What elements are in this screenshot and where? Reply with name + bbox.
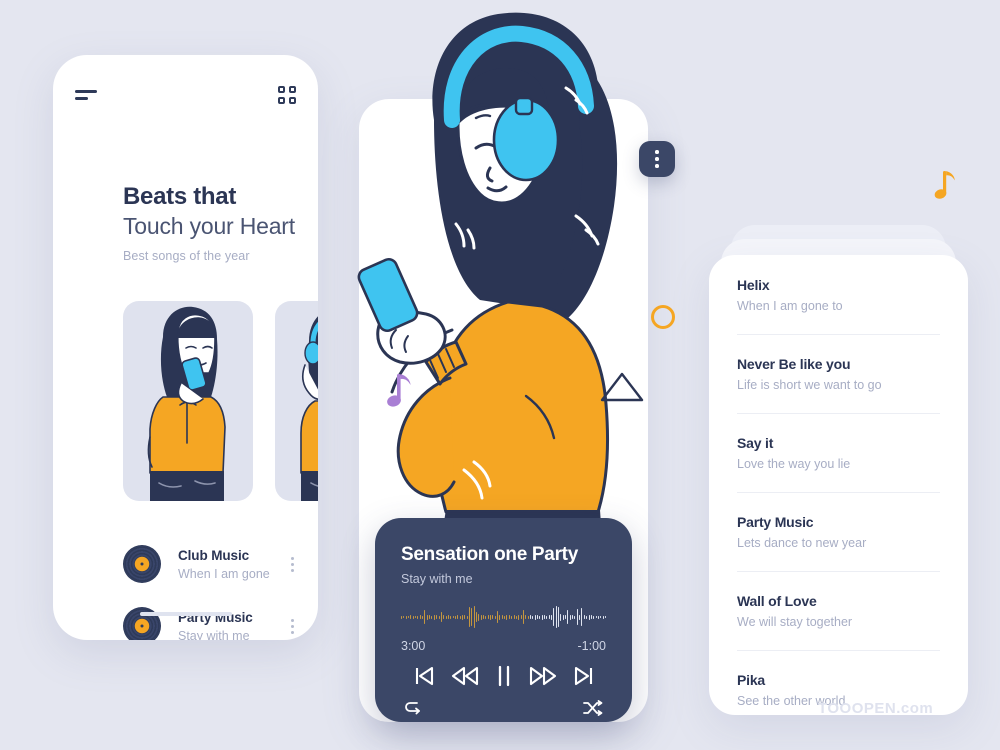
hamburger-icon[interactable] bbox=[75, 88, 97, 102]
list-item[interactable]: Never Be like you Life is short we want … bbox=[737, 334, 940, 413]
playlist-item-title: Party Music bbox=[737, 514, 814, 530]
list-item[interactable]: Pika See the other world bbox=[737, 650, 940, 729]
shuffle-icon[interactable] bbox=[582, 700, 604, 716]
left-panel-topbar bbox=[53, 77, 318, 113]
audio-waveform[interactable] bbox=[401, 602, 606, 632]
vertical-dots-icon[interactable] bbox=[639, 141, 675, 177]
pause-button[interactable] bbox=[496, 665, 512, 687]
playlist-item-subtitle: Life is short we want to go bbox=[737, 378, 882, 392]
left-phone-panel: Beats that Touch your Heart Best songs o… bbox=[53, 55, 318, 640]
triangle-outline bbox=[600, 372, 644, 402]
player-footer-controls bbox=[401, 700, 606, 716]
fast-forward-button[interactable] bbox=[529, 666, 557, 686]
girl-with-headphones-illustration[interactable] bbox=[275, 301, 318, 501]
time-row: 3:00 -1:00 bbox=[401, 639, 606, 653]
track-subtitle: When I am gone bbox=[178, 566, 270, 581]
now-playing-player: Sensation one Party Stay with me 3:00 -1… bbox=[375, 518, 632, 722]
playlist-item-subtitle: Love the way you lie bbox=[737, 457, 851, 471]
kebab-menu-icon[interactable] bbox=[290, 556, 294, 572]
playlist-item-title: Say it bbox=[737, 435, 774, 451]
table-row[interactable]: Party Music Stay with me bbox=[123, 595, 300, 640]
list-item[interactable]: Party Music Lets dance to new year bbox=[737, 492, 940, 571]
home-indicator bbox=[139, 612, 232, 616]
kebab-menu-icon[interactable] bbox=[290, 618, 294, 634]
playlist-item-subtitle: When I am gone to bbox=[737, 299, 843, 313]
title-line-2: Touch your Heart bbox=[123, 212, 295, 239]
purple-music-note bbox=[386, 370, 418, 410]
page-title: Beats that Touch your Heart Best songs o… bbox=[123, 183, 295, 263]
track-meta: Club Music When I am gone bbox=[178, 548, 290, 581]
elapsed-time: 3:00 bbox=[401, 639, 426, 653]
left-track-list: Club Music When I am gone Party Music St… bbox=[123, 533, 300, 640]
orange-circle-outline bbox=[651, 305, 675, 329]
app-mockup-stage: Beats that Touch your Heart Best songs o… bbox=[0, 0, 1000, 750]
playlist-item-subtitle: We will stay together bbox=[737, 615, 853, 629]
now-playing-title: Sensation one Party bbox=[401, 544, 578, 565]
list-item[interactable]: Helix When I am gone to bbox=[737, 255, 940, 334]
title-line-1: Beats that bbox=[123, 183, 237, 210]
playlist-item-subtitle: Lets dance to new year bbox=[737, 536, 867, 550]
page-subtitle: Best songs of the year bbox=[123, 249, 250, 264]
watermark: TOOOPEN.com bbox=[818, 700, 934, 717]
now-playing-subtitle: Stay with me bbox=[401, 572, 473, 586]
track-title: Club Music bbox=[178, 547, 250, 563]
transport-controls bbox=[401, 665, 606, 687]
illustration-card-list bbox=[123, 301, 318, 501]
playlist-item-title: Wall of Love bbox=[737, 593, 817, 609]
previous-track-button[interactable] bbox=[414, 665, 434, 687]
playlist-item-title: Helix bbox=[737, 277, 770, 293]
table-row[interactable]: Club Music When I am gone bbox=[123, 533, 300, 595]
remaining-time: -1:00 bbox=[577, 639, 607, 653]
list-item[interactable]: Say it Love the way you lie bbox=[737, 413, 940, 492]
playlist-panel: Helix When I am gone to Never Be like yo… bbox=[709, 255, 968, 715]
playlist-item-title: Pika bbox=[737, 672, 765, 688]
track-subtitle: Stay with me bbox=[178, 628, 250, 641]
orange-music-note bbox=[934, 168, 962, 202]
playlist-item-title: Never Be like you bbox=[737, 356, 851, 372]
girl-with-phone-illustration[interactable] bbox=[123, 301, 253, 501]
list-item[interactable]: Wall of Love We will stay together bbox=[737, 571, 940, 650]
vinyl-record-icon bbox=[123, 545, 161, 583]
rewind-button[interactable] bbox=[451, 666, 479, 686]
grid-icon[interactable] bbox=[278, 86, 296, 104]
repeat-icon[interactable] bbox=[403, 700, 425, 716]
next-track-button[interactable] bbox=[574, 665, 594, 687]
